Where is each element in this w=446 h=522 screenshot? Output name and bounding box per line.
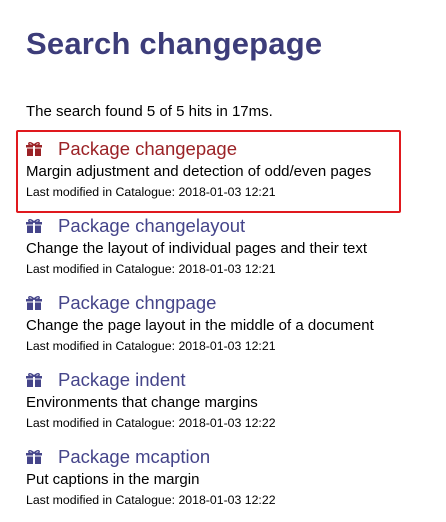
search-result: Package chngpage Change the page layout … [26, 291, 426, 368]
package-icon [26, 450, 42, 464]
result-description: Environments that change margins [26, 394, 258, 411]
package-icon [26, 373, 42, 387]
result-modified-date: Last modified in Catalogue: 2018-01-03 1… [26, 185, 276, 199]
result-modified-date: Last modified in Catalogue: 2018-01-03 1… [26, 416, 276, 430]
result-description: Change the page layout in the middle of … [26, 317, 374, 334]
result-link[interactable]: Package changepage [26, 137, 426, 161]
search-result: Package changepage Margin adjustment and… [16, 130, 426, 214]
result-modified-date: Last modified in Catalogue: 2018-01-03 1… [26, 493, 276, 507]
result-description: Margin adjustment and detection of odd/e… [26, 163, 372, 180]
search-result: Package indent Environments that change … [26, 368, 426, 445]
result-title: Package chngpage [58, 292, 217, 313]
result-title: Package changepage [58, 138, 237, 159]
search-results-list: Package changepage Margin adjustment and… [16, 130, 426, 522]
result-link[interactable]: Package indent [26, 368, 426, 392]
result-link[interactable]: Package mcaption [26, 445, 426, 469]
result-title: Package indent [58, 369, 186, 390]
result-link[interactable]: Package changelayout [26, 214, 426, 238]
result-description: Change the layout of individual pages an… [26, 240, 368, 257]
result-title: Package changelayout [58, 215, 246, 236]
search-summary: The search found 5 of 5 hits in 17ms. [26, 103, 273, 120]
result-link[interactable]: Package chngpage [26, 291, 426, 315]
package-icon [26, 142, 42, 156]
search-result: Package changelayout Change the layout o… [26, 214, 426, 291]
package-icon [26, 296, 42, 310]
result-modified-date: Last modified in Catalogue: 2018-01-03 1… [26, 339, 276, 353]
result-description: Put captions in the margin [26, 471, 200, 488]
package-icon [26, 219, 42, 233]
page-title: Search changepage [26, 26, 323, 61]
result-title: Package mcaption [58, 446, 211, 467]
search-result: Package mcaption Put captions in the mar… [26, 445, 426, 522]
result-modified-date: Last modified in Catalogue: 2018-01-03 1… [26, 262, 276, 276]
